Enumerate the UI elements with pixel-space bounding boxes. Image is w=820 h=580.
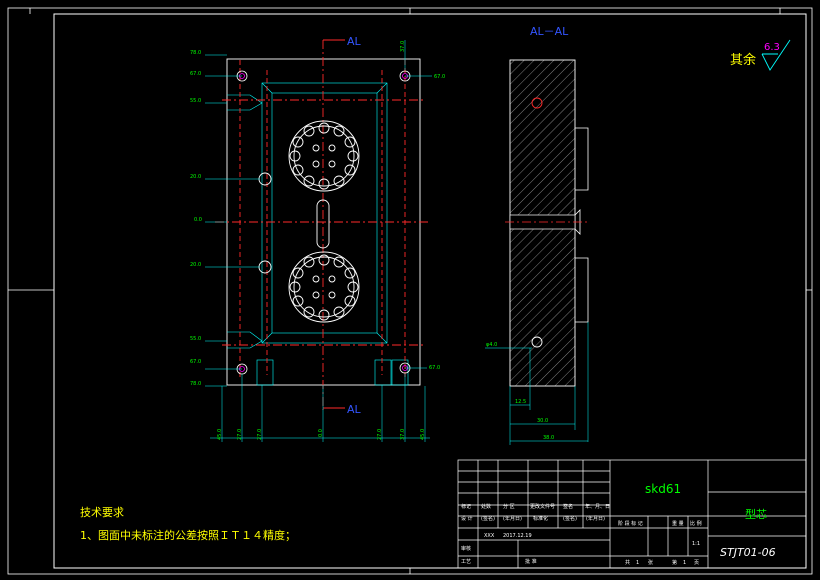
tb-design-6: (年月日) (586, 515, 605, 522)
tech-title: 技术要求 (80, 506, 124, 519)
tb-date: 2017.12.19 (503, 533, 532, 539)
dim-left-9: 78.0 (190, 381, 201, 387)
dim-bottom-5: 27.0 (377, 429, 383, 440)
roughness-prefix: 其余 (730, 52, 756, 68)
tb-sheet-2: 1 (636, 560, 639, 566)
tb-stage-3: 比 例 (690, 520, 702, 527)
tb-drawing-no: STJT01-06 (720, 546, 776, 559)
tb-designer: XXX (484, 533, 495, 539)
tb-design-3: (年月日) (503, 515, 522, 522)
section-view: AL－AL φ4.0 12.5 30.0 38.0 (485, 25, 590, 445)
dim-bottom-2: 27.0 (237, 429, 243, 440)
tb-header-5: 签名 (563, 503, 573, 510)
title-block-text: 标记 处数 分 区 更改文件号 签名 年、月、日 设 计 (签名) (年月日) … (461, 482, 776, 566)
dim-bottom-6: 37.0 (400, 429, 406, 440)
dim-left-5: 0.0 (194, 217, 202, 223)
tb-design-4: 标准化 (533, 515, 548, 522)
section-steps (574, 127, 589, 323)
tb-approve: 批 准 (525, 558, 537, 565)
dim-left-2: 67.0 (190, 71, 201, 77)
dim-bottom-1: 45.0 (217, 429, 223, 440)
dim-bottom-4: 0.0 (318, 429, 324, 437)
tb-process: 工艺 (461, 559, 471, 565)
cavity-upper (288, 120, 360, 192)
dim-right-2: 67.0 (429, 365, 440, 371)
front-view: AL AL 78.0 67.0 55.0 20.0 0.0 20.0 55.0 … (190, 35, 445, 442)
tb-stage-1: 阶 段 标 记 (618, 520, 643, 527)
guide-slots (258, 172, 330, 274)
tb-header-3: 分 区 (503, 503, 515, 510)
tb-header-6: 年、月、日 (585, 503, 610, 510)
corner-holes (236, 70, 411, 375)
tb-scale: 1:1 (692, 541, 700, 547)
cad-drawing: AL AL 78.0 67.0 55.0 20.0 0.0 20.0 55.0 … (7, 7, 813, 575)
tb-sheet-5: 1 (683, 560, 686, 566)
dim-left-6: 20.0 (190, 262, 201, 268)
section-label-top: AL (347, 35, 362, 48)
sheet-inner-border (53, 13, 807, 569)
tb-header-1: 标记 (461, 503, 471, 510)
left-dimension-labels: 78.0 67.0 55.0 20.0 0.0 20.0 55.0 67.0 7… (190, 41, 445, 440)
roughness-value: 6.3 (764, 42, 780, 53)
tb-sheet-3: 张 (648, 559, 653, 566)
dim-left-7: 55.0 (190, 336, 201, 342)
section-label-bottom: AL (347, 403, 362, 416)
tb-sheet-1: 共 (625, 559, 630, 566)
sheet-outer-border (7, 7, 813, 575)
dim-right-1: 67.0 (434, 74, 445, 80)
dim-bottom-3: 27.0 (257, 429, 263, 440)
tb-header-4: 更改文件号 (530, 503, 555, 510)
tech-item-1: 1、图面中未标注的公差按照ＩＴ１４精度； (80, 528, 296, 542)
section-dim-2: 30.0 (537, 418, 548, 424)
sheet-zone-ticks (8, 8, 812, 574)
dim-left-4: 20.0 (190, 174, 201, 180)
tb-design-5: (签名) (563, 515, 577, 522)
dim-top: 37.0 (400, 41, 406, 52)
tb-sheet-4: 第 (672, 559, 677, 566)
cooling-channels (227, 82, 409, 386)
section-dim-3: 38.0 (543, 435, 554, 441)
section-view-title: AL－AL (530, 25, 569, 38)
tb-design-1: 设 计 (461, 515, 473, 522)
cavity-lower (288, 251, 360, 323)
tb-sheet-6: 页 (694, 560, 699, 566)
section-dim-1: 12.5 (515, 399, 526, 405)
tb-stage-2: 重 量 (672, 520, 684, 527)
technical-requirements: 技术要求 1、图面中未标注的公差按照ＩＴ１４精度； (80, 506, 296, 542)
tb-review: 审核 (461, 545, 471, 552)
dim-left-8: 67.0 (190, 359, 201, 365)
dim-bottom-7: 45.0 (420, 429, 426, 440)
tb-material: skd61 (645, 482, 681, 496)
tb-design-2: (签名) (481, 515, 495, 522)
tb-header-2: 处数 (481, 503, 491, 510)
dim-left-1: 78.0 (190, 50, 201, 56)
section-dim-hole: φ4.0 (486, 342, 497, 348)
tb-part-name: 型芯 (745, 507, 767, 521)
center-lines (215, 40, 430, 410)
surface-roughness: 其余 6.3 (730, 39, 791, 71)
dim-left-3: 55.0 (190, 98, 201, 104)
